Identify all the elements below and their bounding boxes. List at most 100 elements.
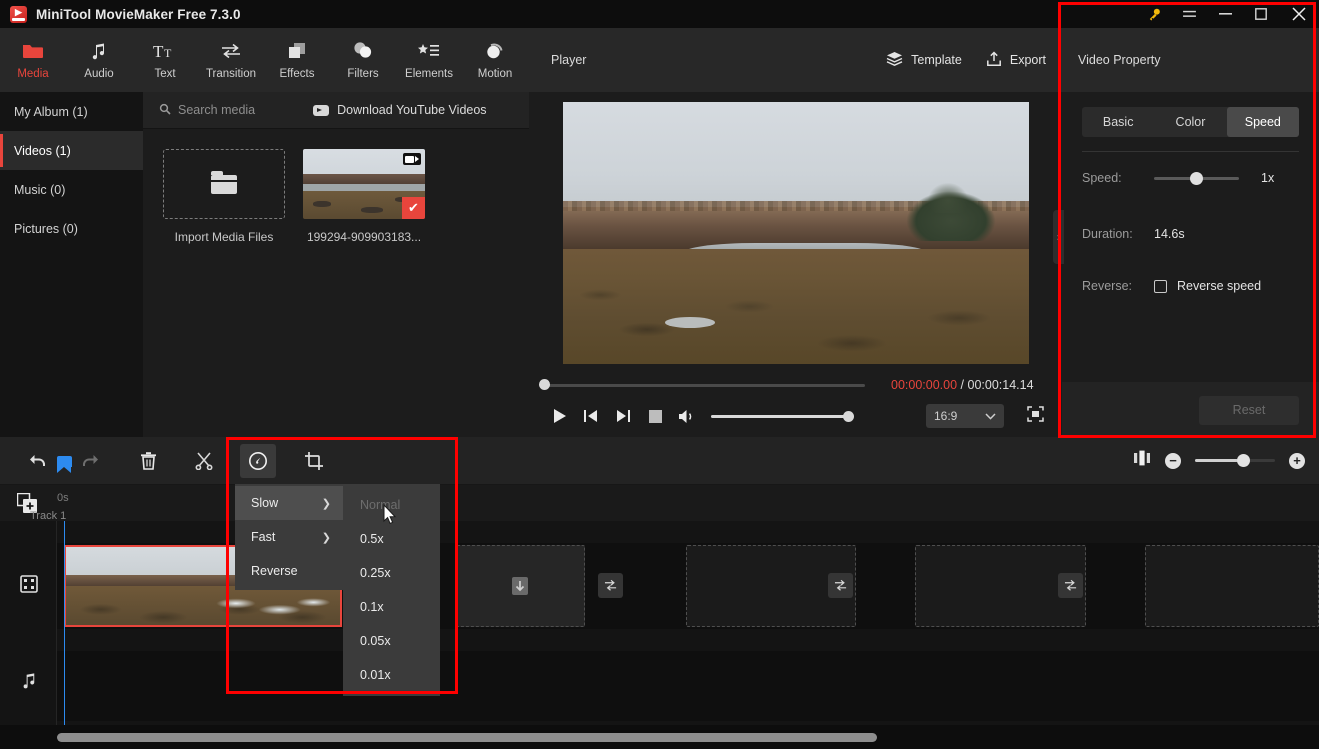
playhead-handle[interactable] — [57, 456, 72, 473]
seek-handle[interactable] — [539, 379, 550, 390]
property-panel-title: Video Property — [1078, 53, 1161, 67]
duration-value: 14.6s — [1154, 227, 1185, 241]
transition-slot-button[interactable] — [1058, 573, 1083, 598]
search-placeholder: Search media — [178, 103, 256, 117]
transition-slot-button[interactable] — [598, 573, 623, 598]
submenu-item-0-05x[interactable]: 0.05x — [343, 624, 440, 658]
nav-item-transition[interactable]: Transition — [198, 28, 264, 92]
nav-item-media[interactable]: Media — [0, 28, 66, 92]
download-youtube-button[interactable]: Download YouTube Videos — [313, 103, 487, 117]
submenu-item-0-01x[interactable]: 0.01x — [343, 658, 440, 692]
reset-label: Reset — [1232, 403, 1266, 417]
volume-handle[interactable] — [843, 410, 854, 422]
nav-item-filters[interactable]: Filters — [330, 28, 396, 92]
speed-slider[interactable] — [1154, 171, 1239, 185]
tab-color[interactable]: Color — [1154, 107, 1226, 137]
crop-button[interactable] — [294, 437, 334, 485]
media-item-thumbnail[interactable]: ✔ — [303, 149, 425, 219]
nav-item-motion[interactable]: Motion — [462, 28, 528, 92]
menu-item-slow[interactable]: Slow ❯ — [235, 486, 343, 520]
duration-row: Duration: 14.6s — [1062, 222, 1319, 246]
timeline-ruler: 0s Track 1 — [0, 485, 1319, 522]
tab-speed[interactable]: Speed — [1226, 107, 1299, 137]
seek-row: 00:00:00.00 / 00:00:14.14 — [529, 374, 1062, 396]
track-gutter — [0, 521, 57, 725]
submenu-item-0-1x[interactable]: 0.1x — [343, 590, 440, 624]
nav-item-elements[interactable]: Elements — [396, 28, 462, 92]
sidebar-item-music[interactable]: Music (0) — [0, 170, 143, 209]
menu-item-fast[interactable]: Fast ❯ — [235, 520, 343, 554]
svg-text:T: T — [164, 46, 172, 60]
speed-button[interactable] — [240, 443, 276, 478]
speed-handle[interactable] — [1190, 171, 1203, 185]
submenu-item-label: 0.1x — [360, 600, 384, 614]
maximize-icon[interactable] — [1243, 0, 1279, 28]
current-time: 00:00:00.00 — [891, 378, 958, 392]
download-box-icon — [510, 575, 530, 597]
app-logo-icon: ▶ — [10, 5, 27, 23]
text-icon: TT — [153, 40, 177, 62]
volume-button[interactable] — [671, 400, 703, 432]
undo-button[interactable] — [18, 437, 58, 485]
submenu-item-normal: Normal — [343, 488, 440, 522]
seek-slider[interactable] — [539, 379, 865, 390]
submenu-item-0-25x[interactable]: 0.25x — [343, 556, 440, 590]
split-view-icon[interactable] — [1133, 450, 1151, 471]
sidebar-item-pictures[interactable]: Pictures (0) — [0, 209, 143, 248]
fullscreen-button[interactable] — [1027, 405, 1044, 427]
svg-text:T: T — [153, 42, 164, 60]
minimize-icon[interactable] — [1207, 0, 1243, 28]
volume-slider[interactable] — [711, 410, 854, 422]
tab-label: Basic — [1102, 115, 1134, 129]
plus-circle-icon[interactable]: + — [1289, 452, 1305, 469]
export-button[interactable]: Export — [986, 50, 1046, 70]
search-input[interactable]: Search media — [159, 103, 255, 118]
activate-key-icon[interactable] — [1137, 0, 1171, 28]
next-frame-button[interactable] — [607, 400, 639, 432]
timeline-placeholder[interactable] — [1145, 545, 1319, 627]
play-button[interactable] — [543, 400, 575, 432]
submenu-item-0-5x[interactable]: 0.5x — [343, 522, 440, 556]
template-label: Template — [911, 53, 962, 67]
minus-circle-icon[interactable]: − — [1165, 452, 1181, 469]
redo-button[interactable] — [70, 437, 110, 485]
nav-item-audio[interactable]: Audio — [66, 28, 132, 92]
reset-button[interactable]: Reset — [1199, 395, 1299, 425]
player-header: Player Template Export — [529, 28, 1062, 92]
time-display: 00:00:00.00 / 00:00:14.14 — [891, 378, 1034, 392]
chevron-right-icon[interactable]: › — [1053, 210, 1064, 264]
timeline-zoom-handle[interactable] — [1237, 454, 1250, 467]
upload-icon — [986, 50, 1002, 70]
nav-item-text[interactable]: TT Text — [132, 28, 198, 92]
nav-item-effects[interactable]: Effects — [264, 28, 330, 92]
template-button[interactable]: Template — [886, 51, 962, 69]
library-sidebar: My Album (1) Videos (1) Music (0) Pictur… — [0, 92, 143, 437]
audio-track[interactable] — [57, 651, 1319, 721]
aspect-ratio-select[interactable]: 16:9 — [926, 404, 1004, 428]
tab-basic[interactable]: Basic — [1082, 107, 1154, 137]
timeline-zoom-slider[interactable] — [1195, 454, 1275, 467]
import-media-button[interactable] — [163, 149, 285, 219]
chevron-down-icon — [985, 409, 996, 423]
menu-item-reverse[interactable]: Reverse — [235, 554, 343, 588]
reverse-speed-checkbox[interactable] — [1154, 279, 1167, 293]
download-youtube-label: Download YouTube Videos — [337, 103, 487, 117]
video-preview[interactable] — [562, 102, 1029, 364]
sidebar-item-my-album[interactable]: My Album (1) — [0, 92, 143, 131]
timeline-placeholder[interactable] — [455, 545, 585, 627]
previous-frame-button[interactable] — [575, 400, 607, 432]
property-tabs: Basic Color Speed — [1082, 107, 1299, 137]
sidebar-item-label: Music (0) — [14, 182, 66, 197]
close-icon[interactable] — [1279, 0, 1319, 28]
stop-button[interactable] — [639, 400, 671, 432]
layers-square-icon — [287, 40, 307, 62]
menu-icon[interactable] — [1171, 0, 1207, 28]
sidebar-item-videos[interactable]: Videos (1) — [0, 131, 143, 170]
chevron-right-icon: ❯ — [321, 497, 331, 510]
delete-button[interactable] — [128, 437, 168, 485]
speed-row: Speed: 1x — [1062, 166, 1319, 190]
transition-slot-button[interactable] — [828, 573, 853, 598]
property-panel-footer: Reset — [1062, 382, 1319, 438]
split-button[interactable] — [184, 437, 224, 485]
timeline-horizontal-scrollbar[interactable] — [57, 733, 877, 742]
